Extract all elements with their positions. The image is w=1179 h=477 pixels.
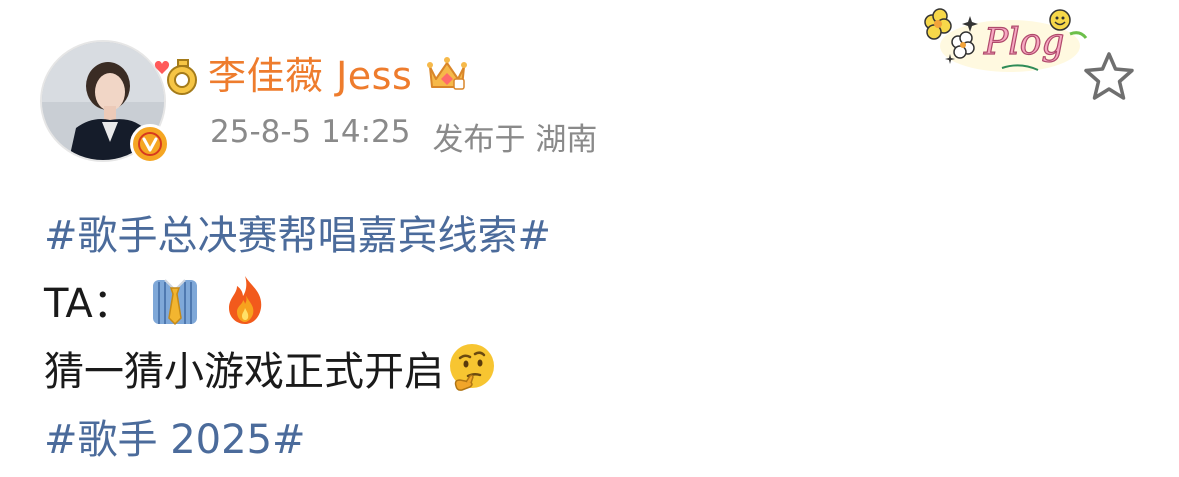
post-content: #歌手总决赛帮唱嘉宾线索# TA： 猜一猜小游戏正式开启 #歌手 2025# <box>44 198 1139 470</box>
sticker-text: Plog <box>983 22 1064 63</box>
plog-sticker-icon: Plog <box>924 8 1088 72</box>
post-line-1: #歌手总决赛帮唱嘉宾线索# <box>44 198 1139 266</box>
weibo-post-card: 李佳薇 Jess 25-8-5 14:25 发布于 湖南 Plog #歌手总决赛… <box>0 0 1179 477</box>
post-line-2: TA： <box>44 266 1139 334</box>
avatar-container[interactable] <box>40 40 197 164</box>
author-row: 李佳薇 Jess <box>208 44 470 100</box>
fire-emoji <box>228 276 261 324</box>
verified-v-icon <box>130 124 170 164</box>
username-link[interactable]: 李佳薇 Jess <box>208 45 412 100</box>
star-outline-icon[interactable] <box>1080 48 1138 106</box>
thinking-face-emoji <box>450 344 494 391</box>
post-text: 猜一猜小游戏正式开启 <box>44 349 444 395</box>
hashtag-link[interactable]: #歌手总决赛帮唱嘉宾线索# <box>44 203 551 261</box>
post-location: 发布于 湖南 <box>432 122 598 158</box>
post-line-3: 猜一猜小游戏正式开启 <box>44 334 1139 402</box>
post-time: 25-8-5 14:25 <box>210 114 411 150</box>
post-meta: 25-8-5 14:25 发布于 湖南 <box>210 114 597 159</box>
post-text: TA： <box>44 281 133 327</box>
vip-crown-icon[interactable] <box>424 49 470 95</box>
post-line-4: #歌手 2025# <box>44 402 1139 470</box>
necktie-shirt-emoji <box>152 279 197 326</box>
hashtag-link[interactable]: #歌手 2025# <box>44 407 306 465</box>
avatar-pendant-icon <box>154 59 197 95</box>
